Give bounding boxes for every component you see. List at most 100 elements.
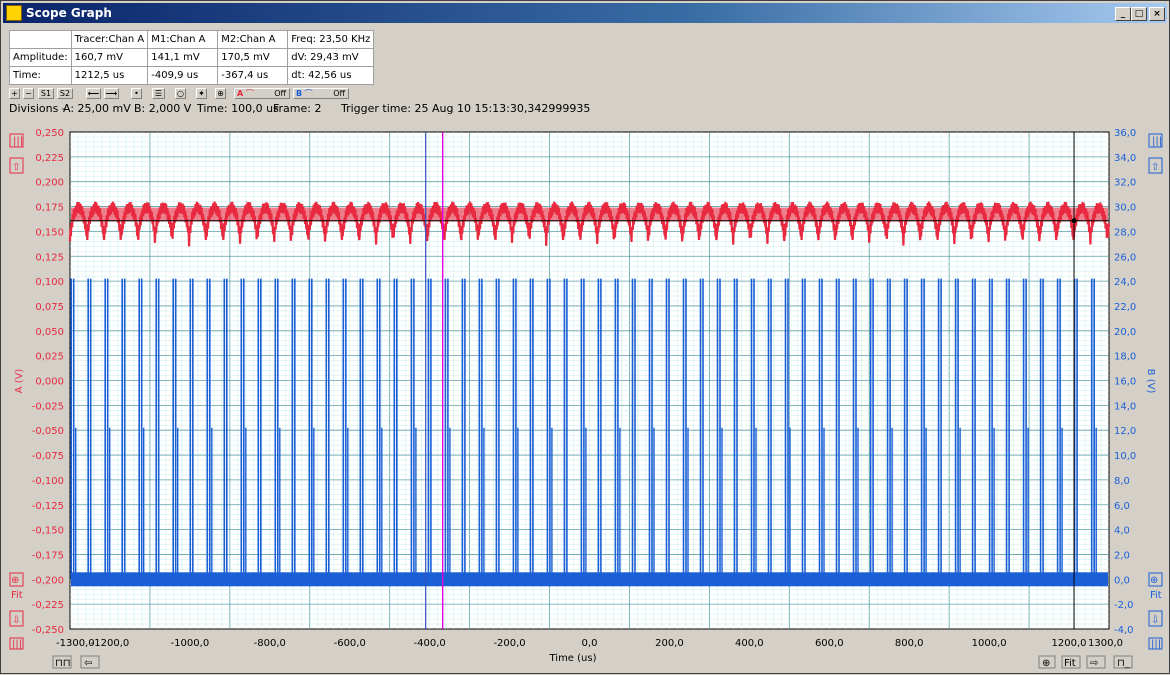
y-right-tick-label: 4,0 — [1114, 526, 1130, 537]
scope-graph-window: Scope Graph _ □ × Tracer:Chan A M1:Chan … — [0, 0, 1170, 674]
scope-graph[interactable]: 0,250 0,225 0,200 0,175 0,150 0,125 0,100 0,075… — [1, 1, 1170, 675]
y-right-tick-label: 30,0 — [1114, 203, 1136, 214]
y-left-tick-label: -0,200 — [32, 575, 64, 586]
x-axis: -1300,0-1200,0 -1000,0 -800,0 -600,0 -400,0 -… — [56, 638, 1123, 649]
svg-text:⇧: ⇧ — [12, 162, 20, 173]
x-tick-label: -1000,0 — [171, 638, 210, 649]
x-tick-label: 800,0 — [895, 638, 924, 649]
x-tick-label: -1200,0 — [91, 638, 130, 649]
y-axis-label-left: A (V) — [14, 369, 25, 394]
y-right-tick-label: 34,0 — [1114, 153, 1136, 164]
y-right-tick-label: 20,0 — [1114, 327, 1136, 338]
y-left-tick-label: 0,000 — [35, 377, 64, 388]
y-left-tick-label: -0,250 — [32, 625, 64, 636]
y-left-tick-label: -0,025 — [32, 401, 64, 412]
y-right-tick-label: 36,0 — [1114, 128, 1136, 139]
y-left-tick-label: 0,125 — [35, 252, 64, 263]
y-right-tick-label: 16,0 — [1114, 377, 1136, 388]
svg-text:⇦: ⇦ — [84, 658, 92, 669]
y-right-tick-label: 10,0 — [1114, 451, 1136, 462]
x-tick-label: 600,0 — [815, 638, 844, 649]
chan-b-arrow-down-icon[interactable]: ⇩ — [1148, 610, 1163, 627]
chan-b-arrow-up-icon[interactable]: ⇧ — [1148, 157, 1163, 174]
y-right-tick-label: 32,0 — [1114, 178, 1136, 189]
chan-a-arrow-up-icon[interactable]: ⇧ — [9, 157, 24, 174]
y-left-tick-label: 0,100 — [35, 277, 64, 288]
y-right-tick-label: 28,0 — [1114, 227, 1136, 238]
y-left-tick-label: 0,050 — [35, 327, 64, 338]
x-tick-label: 0,0 — [582, 638, 598, 649]
y-left-tick-label: 0,175 — [35, 203, 64, 214]
chan-a-scale-down-button[interactable]: ||| — [9, 637, 24, 650]
chan-a-fit-button[interactable]: Fit — [11, 590, 23, 601]
right-axis: 36,0 34,0 32,0 30,0 28,0 26,0 24,0 22,0 20,0 18,0… — [1114, 128, 1136, 636]
x-tick-label: -600,0 — [334, 638, 366, 649]
x-tick-label: -400,0 — [414, 638, 446, 649]
svg-text:|||: ||| — [13, 136, 23, 147]
svg-text:⊕: ⊕ — [11, 575, 19, 586]
x-tick-label: 1200,0 — [1052, 638, 1087, 649]
y-left-tick-label: 0,075 — [35, 302, 64, 313]
y-left-tick-label: -0,075 — [32, 451, 64, 462]
svg-text:|||: ||| — [1152, 136, 1162, 147]
fit-bottom-label: Fit — [1064, 658, 1076, 669]
y-right-tick-label: 12,0 — [1114, 426, 1136, 437]
y-right-tick-label: 6,0 — [1114, 501, 1130, 512]
svg-text:⇧: ⇧ — [1151, 162, 1159, 173]
x-tick-label: 1300,0 — [1088, 638, 1123, 649]
y-left-tick-label: -0,100 — [32, 476, 64, 487]
y-left-tick-label: -0,150 — [32, 526, 64, 537]
chan-b-offset-button[interactable]: ⊕ — [1148, 572, 1163, 587]
svg-text:⊕: ⊕ — [1042, 658, 1050, 669]
y-left-tick-label: 0,025 — [35, 352, 64, 363]
y-right-tick-label: 8,0 — [1114, 476, 1130, 487]
y-left-tick-label: 0,250 — [35, 128, 64, 139]
chan-a-scale-up-button[interactable]: ||| — [9, 133, 24, 148]
x-axis-label: Time (us) — [548, 653, 596, 664]
chan-a-arrow-down-icon[interactable]: ⇩ — [9, 610, 24, 627]
left-axis: 0,250 0,225 0,200 0,175 0,150 0,125 0,100 0,075… — [32, 128, 64, 636]
chan-b-scale-up-button[interactable]: ||| — [1148, 133, 1163, 148]
y-left-tick-label: -0,050 — [32, 426, 64, 437]
svg-text:⊕: ⊕ — [1150, 575, 1158, 586]
time-offset-button[interactable]: ⊕ — [1038, 655, 1056, 669]
chan-a-envelope — [71, 207, 1108, 222]
y-right-tick-label: 26,0 — [1114, 252, 1136, 263]
y-left-tick-label: 0,225 — [35, 153, 64, 164]
x-tick-label: -200,0 — [493, 638, 525, 649]
fit-left-label: Fit — [11, 590, 23, 601]
svg-text:|||: ||| — [1151, 639, 1161, 650]
x-tick-label: -800,0 — [254, 638, 286, 649]
y-left-tick-label: 0,150 — [35, 227, 64, 238]
time-scale-up-button[interactable]: ⊓_ — [1113, 655, 1133, 669]
fit-right-label: Fit — [1150, 590, 1162, 601]
tracer-dot — [1071, 218, 1077, 224]
time-fit-button[interactable]: Fit — [1061, 655, 1081, 669]
scroll-left-button[interactable]: ⇦ — [80, 655, 100, 669]
x-tick-label: 400,0 — [735, 638, 764, 649]
svg-text:|||: ||| — [12, 639, 22, 650]
scroll-right-button[interactable]: ⇨ — [1086, 655, 1106, 669]
y-axis-label-right: B (V) — [1145, 369, 1156, 394]
y-left-tick-label: 0,200 — [35, 178, 64, 189]
y-right-tick-label: 22,0 — [1114, 302, 1136, 313]
chan-b-fit-button[interactable]: Fit — [1150, 590, 1162, 601]
x-tick-label: 1000,0 — [972, 638, 1007, 649]
y-right-tick-label: 14,0 — [1114, 401, 1136, 412]
y-right-tick-label: 2,0 — [1114, 550, 1130, 561]
x-tick-label: 200,0 — [655, 638, 684, 649]
svg-text:⊓⊓: ⊓⊓ — [55, 658, 71, 669]
y-left-tick-label: -0,225 — [32, 600, 64, 611]
chan-a-offset-button[interactable]: ⊕ — [9, 572, 24, 587]
y-right-tick-label: 18,0 — [1114, 352, 1136, 363]
y-right-tick-label: 0,0 — [1114, 575, 1130, 586]
x-tick-label: -1300,0 — [56, 638, 95, 649]
y-left-tick-label: -0,125 — [32, 501, 64, 512]
chan-b-scale-down-button[interactable]: ||| — [1148, 637, 1163, 650]
time-scale-down-button[interactable]: ⊓⊓ — [52, 655, 72, 669]
y-right-tick-label: -2,0 — [1114, 600, 1134, 611]
svg-text:⇩: ⇩ — [1151, 615, 1159, 626]
y-right-tick-label: 24,0 — [1114, 277, 1136, 288]
svg-text:⊓_: ⊓_ — [1117, 658, 1131, 669]
y-right-tick-label: -4,0 — [1114, 625, 1134, 636]
